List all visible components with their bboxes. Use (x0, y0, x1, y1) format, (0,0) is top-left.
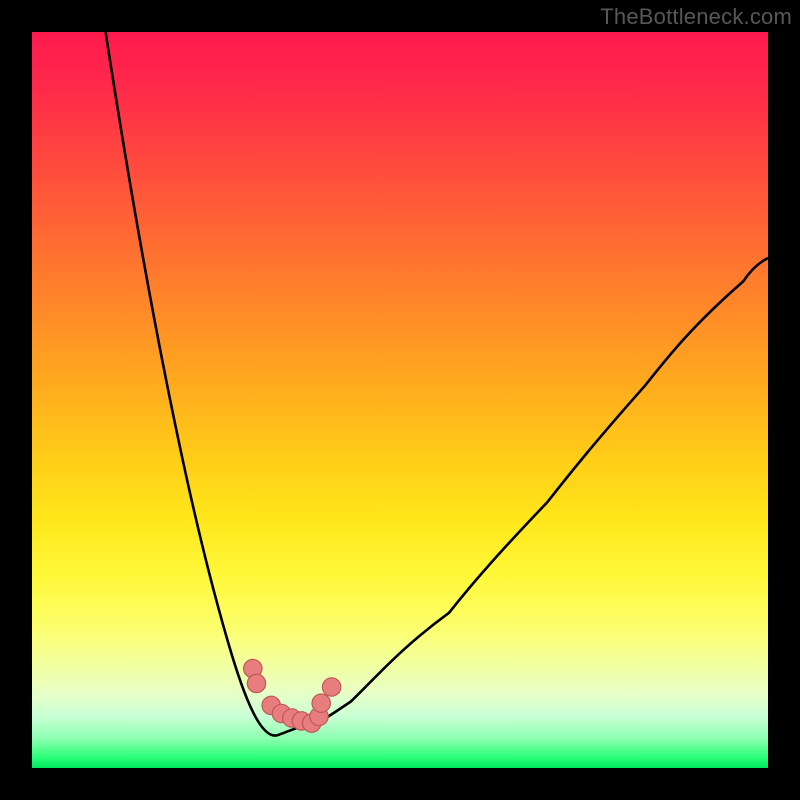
plot-area (32, 32, 768, 768)
curves-layer (32, 32, 768, 768)
right-curve (312, 258, 768, 727)
watermark-text: TheBottleneck.com (600, 4, 792, 30)
outer-frame: TheBottleneck.com (0, 0, 800, 800)
marker-point (312, 694, 330, 712)
marker-point (247, 674, 265, 692)
marker-point (322, 678, 340, 696)
left-curve (106, 32, 301, 736)
